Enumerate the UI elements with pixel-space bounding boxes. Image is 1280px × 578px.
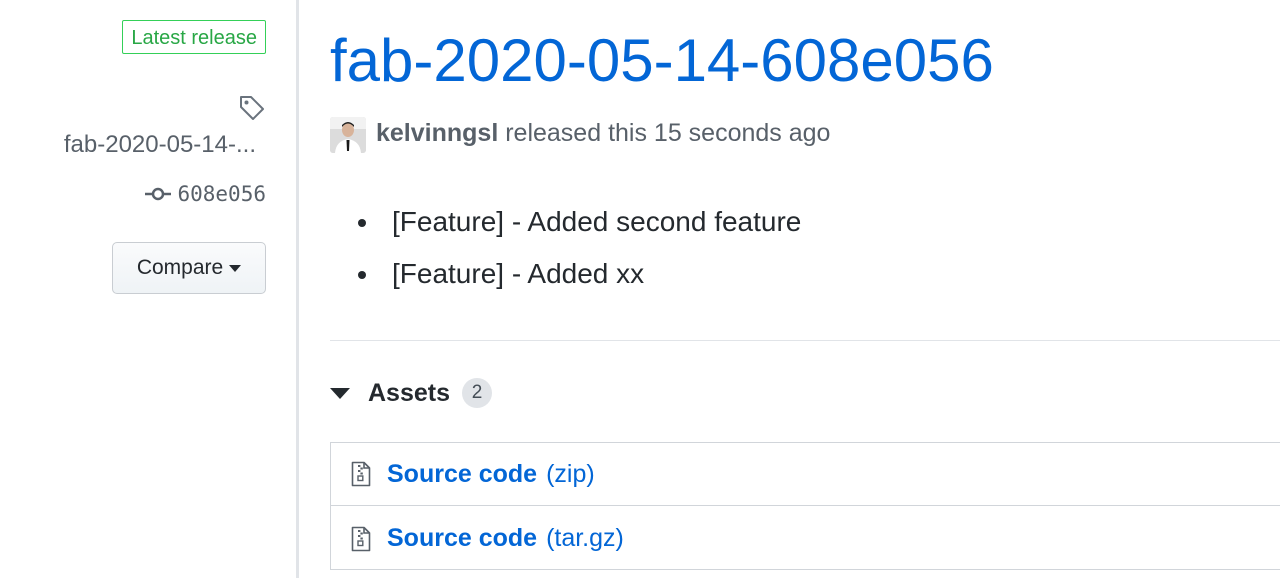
- avatar-icon: [330, 117, 366, 153]
- commit-sha: 608e056: [177, 182, 266, 206]
- git-commit-icon: [145, 187, 172, 201]
- sidebar-divider: [296, 0, 299, 578]
- compare-button[interactable]: Compare: [112, 242, 266, 294]
- assets-list: Source code (zip) Source code (tar.gz): [330, 442, 1280, 570]
- release-main: fab-2020-05-14-608e056 kelvinngsl releas…: [330, 0, 1280, 578]
- asset-ext: (tar.gz): [546, 524, 624, 552]
- asset-ext: (zip): [546, 459, 595, 488]
- release-title[interactable]: fab-2020-05-14-608e056: [330, 26, 994, 95]
- avatar[interactable]: [330, 117, 366, 153]
- list-item: [Feature] - Added second feature: [358, 196, 801, 248]
- asset-name: Source code: [387, 524, 538, 552]
- latest-release-badge: Latest release: [122, 20, 266, 54]
- asset-row-zip[interactable]: Source code (zip): [331, 443, 1280, 506]
- release-sidebar: Latest release fab-2020-05-14-... 608e05…: [0, 0, 296, 578]
- asset-row-targz[interactable]: Source code (tar.gz): [331, 507, 1280, 570]
- file-zip-icon: [351, 526, 371, 551]
- author-link[interactable]: kelvinngsl: [376, 119, 498, 147]
- assets-count-badge: 2: [462, 378, 492, 408]
- commit-link[interactable]: 608e056: [145, 180, 266, 208]
- assets-label: Assets: [368, 378, 450, 407]
- release-byline: kelvinngsl released this 15 seconds ago: [376, 119, 830, 148]
- release-timestamp: released this 15 seconds ago: [505, 119, 831, 147]
- tag-icon: [240, 96, 264, 120]
- list-item: [Feature] - Added xx: [358, 248, 801, 300]
- assets-toggle[interactable]: Assets 2: [330, 376, 492, 410]
- tag-link[interactable]: fab-2020-05-14-...: [64, 131, 256, 159]
- triangle-down-icon: [330, 387, 350, 399]
- chevron-down-icon: [229, 264, 242, 272]
- asset-name: Source code: [387, 459, 538, 488]
- release-notes: [Feature] - Added second feature [Featur…: [358, 196, 801, 300]
- compare-label: Compare: [136, 256, 224, 279]
- file-zip-icon: [351, 461, 371, 487]
- section-divider: [330, 340, 1280, 341]
